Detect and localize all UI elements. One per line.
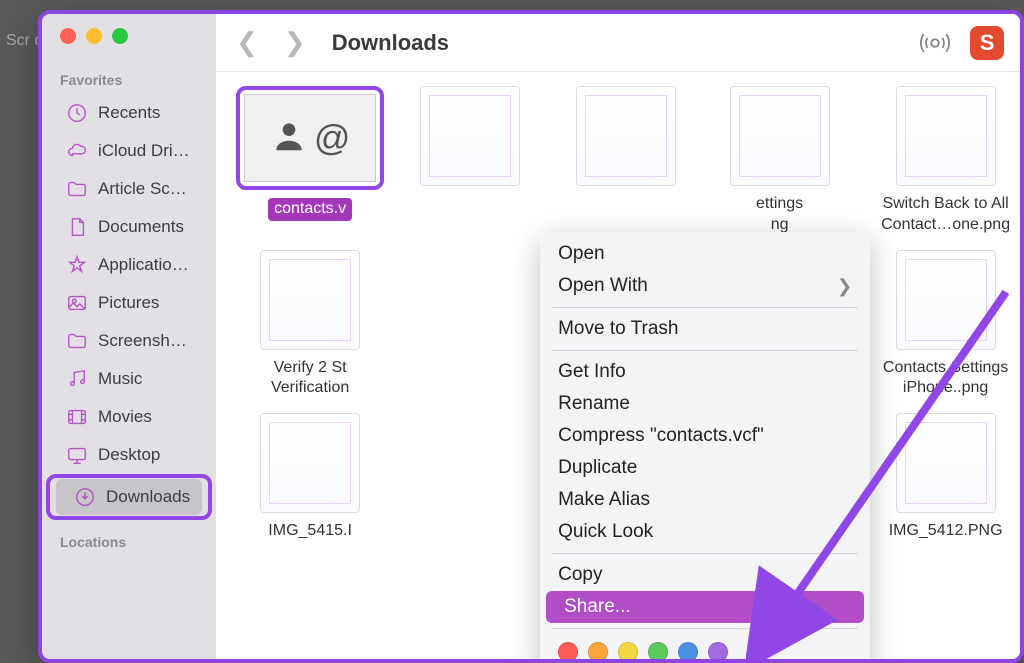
cloud-icon xyxy=(66,140,88,162)
sidebar-item-label: iCloud Dri… xyxy=(98,141,190,161)
main-content: ❮ ❯ Downloads S Ps i @ contacts.v ettings… xyxy=(216,14,1024,659)
file-item[interactable]: ettings ng xyxy=(712,86,847,236)
menu-make-alias[interactable]: Make Alias xyxy=(540,484,870,516)
close-button[interactable] xyxy=(60,28,76,44)
sidebar-item-label: Applicatio… xyxy=(98,255,189,275)
file-item[interactable]: Verify 2 St Verification xyxy=(236,250,384,400)
nav-forward-button[interactable]: ❯ xyxy=(284,27,306,58)
menu-trash[interactable]: Move to Trash xyxy=(540,313,870,345)
window-controls xyxy=(42,28,216,44)
document-icon xyxy=(66,216,88,238)
file-item[interactable] xyxy=(400,250,540,400)
file-label: Contacts Settings iPhone..png xyxy=(883,358,1008,400)
menu-separator xyxy=(552,350,858,351)
menu-label: Open With xyxy=(558,275,648,297)
sidebar-item-label: Movies xyxy=(98,407,152,427)
tag-color[interactable] xyxy=(678,642,698,662)
file-label: Verify 2 St Verification xyxy=(271,358,349,400)
sidebar-item-applications[interactable]: Applicatio… xyxy=(48,247,210,283)
menu-separator xyxy=(552,307,858,308)
window-title: Downloads xyxy=(332,30,449,56)
sidebar-item-recents[interactable]: Recents xyxy=(48,95,210,131)
menu-open[interactable]: Open xyxy=(540,238,870,270)
file-label: Switch Back to All Contact…one.png xyxy=(881,194,1010,236)
menu-tags xyxy=(540,634,870,663)
file-item[interactable]: @ contacts.v xyxy=(236,86,384,236)
context-menu: Open Open With ❯ Move to Trash Get Info … xyxy=(540,232,870,663)
file-label: contacts.v xyxy=(268,198,352,221)
file-item[interactable] xyxy=(400,86,540,236)
sidebar-item-screenshots[interactable]: Screensh… xyxy=(48,323,210,359)
clock-icon xyxy=(66,102,88,124)
menu-quick-look[interactable]: Quick Look xyxy=(540,516,870,548)
applications-icon xyxy=(66,254,88,276)
airdrop-icon[interactable] xyxy=(918,26,952,60)
file-item[interactable]: IMG_5412.PNG xyxy=(863,413,1024,542)
tag-color[interactable] xyxy=(648,642,668,662)
sidebar-heading-locations: Locations xyxy=(42,530,216,556)
maximize-button[interactable] xyxy=(112,28,128,44)
at-icon: @ xyxy=(314,117,351,159)
movie-icon xyxy=(66,406,88,428)
sidebar-item-icloud[interactable]: iCloud Dri… xyxy=(48,133,210,169)
sidebar-item-label: Music xyxy=(98,369,142,389)
file-item[interactable]: IMG_5415.I xyxy=(236,413,384,542)
file-label: ettings ng xyxy=(756,194,803,236)
sidebar-item-label: Desktop xyxy=(98,445,160,465)
file-label: IMG_5412.PNG xyxy=(889,521,1003,542)
contact-file-highlight: @ xyxy=(236,86,384,190)
app-icon-s[interactable]: S xyxy=(970,26,1004,60)
sidebar-item-label: Screensh… xyxy=(98,331,187,351)
tag-color[interactable] xyxy=(618,642,638,662)
sidebar-item-label: Downloads xyxy=(106,487,190,507)
sidebar-item-pictures[interactable]: Pictures xyxy=(48,285,210,321)
tag-color[interactable] xyxy=(558,642,578,662)
menu-copy[interactable]: Copy xyxy=(540,559,870,591)
sidebar: Favorites Recents iCloud Dri… Article Sc… xyxy=(42,14,216,659)
file-item[interactable]: Switch Back to All Contact…one.png xyxy=(863,86,1024,236)
menu-rename[interactable]: Rename xyxy=(540,388,870,420)
person-icon xyxy=(270,117,308,160)
sidebar-item-label: Documents xyxy=(98,217,184,237)
nav-back-button[interactable]: ❮ xyxy=(236,27,258,58)
sidebar-heading-favorites: Favorites xyxy=(42,68,216,94)
folder-icon xyxy=(66,330,88,352)
menu-share[interactable]: Share... xyxy=(546,591,864,623)
file-label: IMG_5415.I xyxy=(268,521,352,542)
file-browser[interactable]: @ contacts.v ettings ng Switch Back to All… xyxy=(216,72,1024,659)
sidebar-item-movies[interactable]: Movies xyxy=(48,399,210,435)
sidebar-item-documents[interactable]: Documents xyxy=(48,209,210,245)
menu-compress[interactable]: Compress "contacts.vcf" xyxy=(540,420,870,452)
chevron-right-icon: ❯ xyxy=(837,276,852,297)
sidebar-item-downloads[interactable]: Downloads xyxy=(56,479,202,515)
file-item[interactable] xyxy=(400,413,540,542)
downloads-highlight: Downloads xyxy=(46,474,212,520)
sidebar-item-article[interactable]: Article Sc… xyxy=(48,171,210,207)
image-icon xyxy=(66,292,88,314)
sidebar-item-desktop[interactable]: Desktop xyxy=(48,437,210,473)
menu-separator xyxy=(552,553,858,554)
folder-icon xyxy=(66,178,88,200)
menu-separator xyxy=(552,628,858,629)
file-item[interactable] xyxy=(556,86,696,236)
desktop-icon xyxy=(66,444,88,466)
menu-duplicate[interactable]: Duplicate xyxy=(540,452,870,484)
toolbar: ❮ ❯ Downloads S Ps i xyxy=(216,14,1024,72)
menu-open-with[interactable]: Open With ❯ xyxy=(540,270,870,302)
sidebar-item-music[interactable]: Music xyxy=(48,361,210,397)
tag-color[interactable] xyxy=(588,642,608,662)
finder-window: Favorites Recents iCloud Dri… Article Sc… xyxy=(38,10,1024,663)
sidebar-item-label: Article Sc… xyxy=(98,179,187,199)
download-icon xyxy=(74,486,96,508)
minimize-button[interactable] xyxy=(86,28,102,44)
menu-get-info[interactable]: Get Info xyxy=(540,356,870,388)
sidebar-item-label: Pictures xyxy=(98,293,159,313)
file-item[interactable]: Contacts Settings iPhone..png xyxy=(863,250,1024,400)
sidebar-item-label: Recents xyxy=(98,103,160,123)
tag-color[interactable] xyxy=(708,642,728,662)
music-icon xyxy=(66,368,88,390)
